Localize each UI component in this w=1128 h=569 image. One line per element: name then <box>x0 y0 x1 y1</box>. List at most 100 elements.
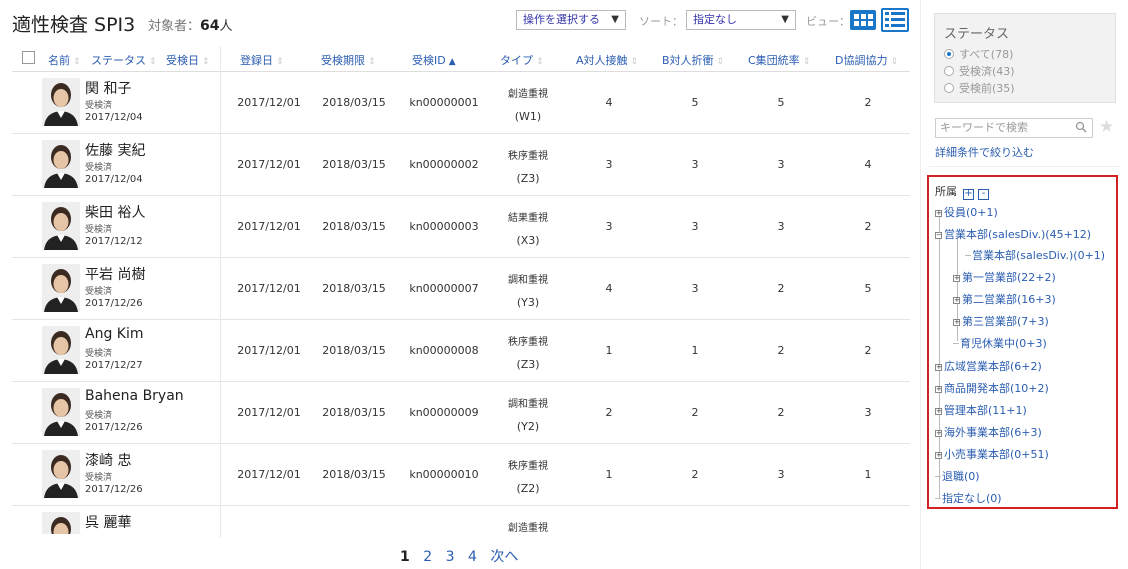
tree-connector <box>935 498 941 499</box>
tree-node[interactable]: + 第二営業部(16+3) <box>953 291 1056 307</box>
candidate-exam-date: 2017/12/12 <box>85 236 143 247</box>
table-row[interactable]: 漆崎 忠受検済 2017/12/26 2017/12/01 2018/03/15 kn0… <box>12 444 910 506</box>
candidate-exam-date: 2017/12/26 <box>85 422 143 433</box>
expand-node-icon[interactable]: + <box>953 275 960 282</box>
column-b[interactable]: B対人折衝 ⇕ <box>662 52 724 68</box>
column-d[interactable]: D協調協力 ⇕ <box>835 52 898 68</box>
cell-reg-date: 2017/12/01 <box>237 468 301 481</box>
expand-node-icon[interactable]: + <box>935 386 942 393</box>
keyword-search-input[interactable]: キーワードで検索 <box>935 118 1093 138</box>
tree-node[interactable]: + 海外事業本部(6+3) <box>935 424 1042 440</box>
tree-node[interactable]: + 役員(0+1) <box>935 204 998 220</box>
expand-node-icon[interactable]: + <box>935 430 942 437</box>
filter-sidebar: ステータス すべて(78) 受検済(43) 受検前(35) キーワードで検索 ★… <box>920 0 1128 569</box>
cell-score-a: 2 <box>605 406 613 419</box>
page-2[interactable]: 2 <box>423 549 432 565</box>
candidate-name[interactable]: Ang Kim <box>85 326 144 342</box>
cell-score-c: 2 <box>777 282 785 295</box>
column-deadline[interactable]: 受検期限 ⇕ <box>321 52 376 68</box>
pagination: 1 2 3 4 次へ <box>400 546 527 566</box>
tree-node[interactable]: 営業本部(salesDiv.)(0+1) <box>965 247 1105 263</box>
column-reg-date[interactable]: 登録日 ⇕ <box>240 52 284 68</box>
candidate-name[interactable]: 平岩 尚樹 <box>85 264 145 284</box>
cell-reg-date: 2017/12/01 <box>237 96 301 109</box>
star-icon[interactable]: ★ <box>1099 117 1114 137</box>
cell-score-c: 3 <box>777 158 785 171</box>
expand-node-icon[interactable]: + <box>953 297 960 304</box>
column-status[interactable]: ステータス ⇕ <box>91 52 157 68</box>
caret-down-icon: ▼ <box>611 14 619 25</box>
advanced-filter-link[interactable]: 詳細条件で絞り込む <box>935 144 1034 160</box>
tree-connector <box>935 476 941 477</box>
table-row[interactable]: 佐藤 実紀 受検済 2017/12/04 2017/12/01 2018/03/15 kn… <box>12 134 910 196</box>
expand-node-icon[interactable]: + <box>935 364 942 371</box>
tree-node[interactable]: + 第一営業部(22+2) <box>953 269 1056 285</box>
candidate-name[interactable]: Bahena Bryan <box>85 388 184 404</box>
cell-score-b: 3 <box>691 220 699 233</box>
tree-node[interactable]: 退職(0) <box>935 468 980 484</box>
expand-node-icon[interactable]: + <box>953 319 960 326</box>
column-exam-date[interactable]: 受検日 ⇕ <box>166 52 210 68</box>
expand-node-icon[interactable]: + <box>935 452 942 459</box>
candidate-exam-date: 2017/12/27 <box>85 360 143 371</box>
cell-score-c: 3 <box>777 220 785 233</box>
expand-all-icon[interactable]: + <box>963 189 974 200</box>
avatar <box>42 450 80 498</box>
expand-node-icon[interactable]: + <box>935 408 942 415</box>
tree-node[interactable]: + 商品開発本部(10+2) <box>935 380 1049 396</box>
table-row[interactable]: Ang Kim 受検済 2017/12/27 2017/12/01 2018/03/15… <box>12 320 910 382</box>
type-code: (W1) <box>514 110 542 123</box>
table-row[interactable]: 平岩 尚樹 受検済 2017/12/26 2017/12/01 2018/03/15 kn… <box>12 258 910 320</box>
column-name[interactable]: 名前 ⇕ <box>48 52 81 68</box>
table-row[interactable]: 関 和子 受検済 2017/12/04 2017/12/01 2018/03/15 kn0… <box>12 72 910 134</box>
list-view-button[interactable] <box>881 8 909 32</box>
status-option-pending[interactable]: 受検前(35) <box>944 80 1015 96</box>
table-row[interactable]: 柴田 裕人 受検済 2017/12/12 2017/12/01 2018/03/15 kn… <box>12 196 910 258</box>
operation-select[interactable]: 操作を選択する ▼ <box>516 10 626 30</box>
page-4[interactable]: 4 <box>468 549 477 565</box>
page-3[interactable]: 3 <box>446 549 455 565</box>
cell-reg-date: 2017/12/01 <box>237 344 301 357</box>
candidate-exam-date: 2017/12/04 <box>85 112 143 123</box>
candidate-status: 受検済 <box>85 349 113 359</box>
select-all-checkbox[interactable] <box>22 51 35 64</box>
type-code: (Y2) <box>516 420 540 433</box>
page-title: 適性検査 SPI3 <box>12 14 136 36</box>
list-icon <box>885 12 905 27</box>
expand-node-icon[interactable]: + <box>935 210 942 217</box>
column-exam-id[interactable]: 受検ID ▲ <box>412 52 456 68</box>
collapse-all-icon[interactable]: - <box>978 189 989 200</box>
cell-score-d: 1 <box>864 468 872 481</box>
type-label: 秩序重視 <box>508 151 548 162</box>
sort-select[interactable]: 指定なし ▼ <box>686 10 796 30</box>
table-row[interactable]: 呉 麗華 創造重視 <box>12 506 910 534</box>
tree-node[interactable]: 育児休業中(0+3) <box>953 335 1047 351</box>
page-1[interactable]: 1 <box>400 549 410 565</box>
candidate-exam-date: 2017/12/26 <box>85 484 143 495</box>
candidate-name[interactable]: 佐藤 実紀 <box>85 140 145 160</box>
status-option-all[interactable]: すべて(78) <box>944 46 1013 62</box>
tree-node[interactable]: + 第三営業部(7+3) <box>953 313 1049 329</box>
tree-connector <box>965 255 971 256</box>
status-option-done[interactable]: 受検済(43) <box>944 63 1015 79</box>
next-page-link[interactable]: 次へ <box>490 549 518 565</box>
table-header: 名前 ⇕ ステータス ⇕ 受検日 ⇕ 登録日 ⇕ 受検期限 ⇕ 受検ID ▲ タイプ ⇕ A対… <box>12 44 910 72</box>
candidate-name[interactable]: 呉 麗華 <box>85 512 131 532</box>
column-c[interactable]: C集団統率 ⇕ <box>748 52 810 68</box>
column-a[interactable]: A対人接触 ⇕ <box>576 52 638 68</box>
tree-node[interactable]: + 広域営業本部(6+2) <box>935 358 1042 374</box>
grid-view-button[interactable] <box>850 10 876 30</box>
table-row[interactable]: Bahena Bryan 受検済 2017/12/26 2017/12/01 2018/… <box>12 382 910 444</box>
tree-node[interactable]: − 営業本部(salesDiv.)(45+12) <box>935 226 1091 242</box>
candidate-name[interactable]: 関 和子 <box>85 78 131 98</box>
candidate-name[interactable]: 漆崎 忠 <box>85 450 131 470</box>
candidate-name[interactable]: 柴田 裕人 <box>85 202 145 222</box>
header-divider <box>220 46 221 70</box>
collapse-node-icon[interactable]: − <box>935 232 942 239</box>
tree-node[interactable]: + 小売事業本部(0+51) <box>935 446 1049 462</box>
sort-icon: ⇕ <box>276 57 284 67</box>
tree-node[interactable]: 指定なし(0) <box>935 490 1002 506</box>
search-icon[interactable] <box>1075 121 1087 133</box>
tree-node[interactable]: + 管理本部(11+1) <box>935 402 1027 418</box>
column-type[interactable]: タイプ ⇕ <box>500 52 544 68</box>
